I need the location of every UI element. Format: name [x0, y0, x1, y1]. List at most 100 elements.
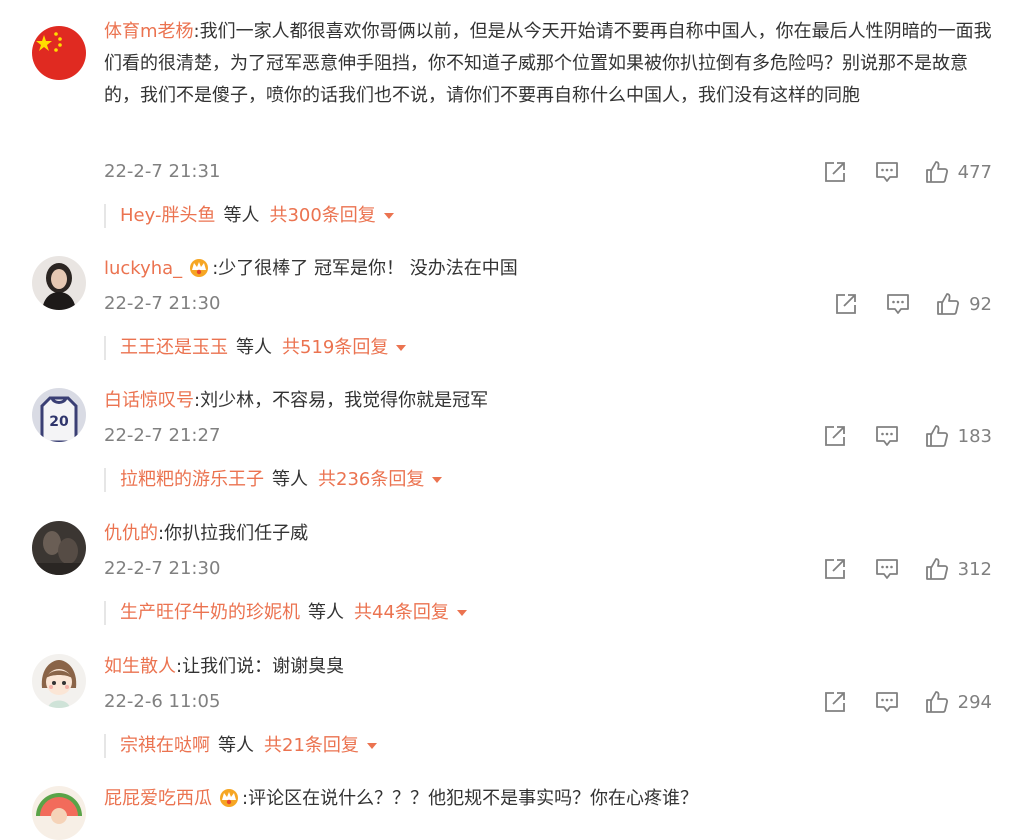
comment-username[interactable]: 体育m老杨	[104, 21, 194, 42]
share-icon	[824, 426, 845, 446]
thumbs-up-icon	[925, 691, 948, 713]
reply-summary[interactable]: 拉粑粑的游乐王子 等人 共236条回复	[104, 468, 443, 492]
reply-button[interactable]	[874, 159, 900, 185]
comment-actions: 477	[822, 158, 992, 186]
comment-username[interactable]: luckyha_	[104, 258, 182, 279]
comment-text: 白话惊叹号:刘少林，不容易，我觉得你就是冠军	[104, 385, 994, 417]
reply-count-link[interactable]: 共21条回复	[264, 734, 359, 758]
reply-button[interactable]	[874, 689, 900, 715]
share-icon	[824, 692, 845, 712]
comment-content: :让我们说：谢谢臭臭	[176, 656, 345, 677]
reply-summary[interactable]: 王王还是玉玉 等人 共519条回复	[104, 336, 407, 360]
comment-text: luckyha_ :少了很棒了 冠军是你！ 没办法在中国	[104, 253, 994, 285]
jersey-avatar-icon: 20	[32, 388, 86, 442]
like-count: 92	[969, 293, 992, 315]
comment-icon	[887, 294, 909, 314]
reply-etc-label: 等人	[272, 469, 308, 490]
comment-actions: 183	[822, 422, 992, 450]
user-avatar[interactable]	[32, 256, 86, 310]
reply-count-link[interactable]: 共519条回复	[282, 336, 388, 360]
reply-etc-label: 等人	[218, 735, 254, 756]
jersey-number: 20	[49, 414, 69, 430]
comment-text: 如生散人:让我们说：谢谢臭臭	[104, 651, 994, 683]
comment-content: :我们一家人都很喜欢你哥俩以前，但是从今天开始请不要再自称中国人，你在最后人性阴…	[104, 21, 992, 106]
comment-content: :少了很棒了 冠军是你！ 没办法在中国	[212, 258, 518, 279]
reply-button[interactable]	[874, 556, 900, 582]
reply-summary[interactable]: 生产旺仔牛奶的珍妮机 等人 共44条回复	[104, 601, 467, 625]
reply-username[interactable]: 拉粑粑的游乐王子	[120, 468, 264, 492]
caret-down-icon[interactable]	[366, 743, 377, 749]
reply-etc-label: 等人	[308, 602, 344, 623]
comment-username[interactable]: 白话惊叹号	[104, 390, 194, 411]
reply-summary[interactable]: Hey-胖头鱼 等人 共300条回复	[104, 204, 394, 228]
comment-content: :刘少林，不容易，我觉得你就是冠军	[194, 390, 489, 411]
thumbs-up-icon	[937, 293, 960, 315]
reply-username[interactable]: 王王还是玉玉	[120, 336, 228, 360]
caret-down-icon[interactable]	[383, 213, 394, 219]
comment-icon	[875, 426, 898, 446]
user-avatar[interactable]	[32, 521, 86, 575]
crown-icon	[190, 259, 209, 277]
like-count: 477	[957, 161, 992, 183]
reply-button[interactable]	[885, 291, 911, 317]
like-button[interactable]: 477	[924, 159, 992, 185]
comment-actions: 294	[822, 688, 992, 716]
user-avatar[interactable]	[32, 786, 86, 840]
reply-username[interactable]: 生产旺仔牛奶的珍妮机	[120, 601, 300, 625]
comment-username[interactable]: 如生散人	[104, 656, 176, 677]
user-avatar[interactable]	[32, 654, 86, 708]
comment-username[interactable]: 屁屁爱吃西瓜	[104, 788, 212, 809]
share-icon	[836, 294, 856, 314]
comment-icon	[875, 162, 898, 182]
share-button[interactable]	[822, 689, 848, 715]
reply-etc-label: 等人	[236, 337, 272, 358]
comment-icon	[875, 692, 898, 712]
crown-icon	[220, 789, 238, 807]
comment-content: :你扒拉我们任子威	[158, 523, 309, 544]
comment-text: 体育m老杨:我们一家人都很喜欢你哥俩以前，但是从今天开始请不要再自称中国人，你在…	[104, 16, 994, 112]
thumbs-up-icon	[925, 558, 948, 580]
like-count: 312	[957, 558, 992, 580]
reply-button[interactable]	[874, 423, 900, 449]
comment-icon	[875, 559, 898, 579]
share-icon	[824, 162, 845, 182]
caret-down-icon[interactable]	[396, 345, 407, 351]
caret-down-icon[interactable]	[456, 610, 467, 616]
thumbs-up-icon	[925, 425, 948, 447]
watermelon-avatar-icon	[32, 786, 86, 840]
share-button[interactable]	[822, 423, 848, 449]
like-button[interactable]: 92	[935, 291, 992, 317]
reply-count-link[interactable]: 共236条回复	[318, 468, 424, 492]
reply-count-link[interactable]: 共44条回复	[354, 601, 449, 625]
comment-text: 屁屁爱吃西瓜:评论区在说什么？？？他犯规不是事实吗？你在心疼谁？	[104, 783, 994, 815]
like-button[interactable]: 183	[924, 423, 992, 449]
comment-timestamp: 22-2-6 11:05	[104, 691, 221, 712]
comment-timestamp: 22-2-7 21:30	[104, 558, 221, 579]
thumbs-up-icon	[925, 161, 948, 183]
share-button[interactable]	[822, 159, 848, 185]
comment-text: 仇仇的:你扒拉我们任子威	[104, 518, 994, 550]
flag-avatar-icon	[32, 26, 86, 80]
comment-username[interactable]: 仇仇的	[104, 523, 158, 544]
like-button[interactable]: 312	[924, 556, 992, 582]
comment-timestamp: 22-2-7 21:31	[104, 161, 221, 182]
reply-username[interactable]: Hey-胖头鱼	[120, 204, 215, 228]
reply-count-link[interactable]: 共300条回复	[269, 204, 375, 228]
share-icon	[824, 559, 845, 579]
like-button[interactable]: 294	[924, 689, 992, 715]
reply-summary[interactable]: 宗祺在哒啊 等人 共21条回复	[104, 734, 377, 758]
portrait-avatar-icon	[32, 256, 86, 310]
comment-actions: 312	[822, 555, 992, 583]
comment-timestamp: 22-2-7 21:27	[104, 425, 221, 446]
share-button[interactable]	[833, 291, 859, 317]
reply-username[interactable]: 宗祺在哒啊	[120, 734, 210, 758]
cartoon-girl-avatar-icon	[32, 654, 86, 708]
reply-etc-label: 等人	[223, 205, 260, 226]
share-button[interactable]	[822, 556, 848, 582]
user-avatar[interactable]	[32, 26, 86, 80]
comment-list: 体育m老杨:我们一家人都很喜欢你哥俩以前，但是从今天开始请不要再自称中国人，你在…	[0, 0, 1022, 840]
caret-down-icon[interactable]	[432, 477, 443, 483]
user-avatar[interactable]: 20	[32, 388, 86, 442]
like-count: 183	[957, 425, 992, 447]
comment-timestamp: 22-2-7 21:30	[104, 293, 221, 314]
